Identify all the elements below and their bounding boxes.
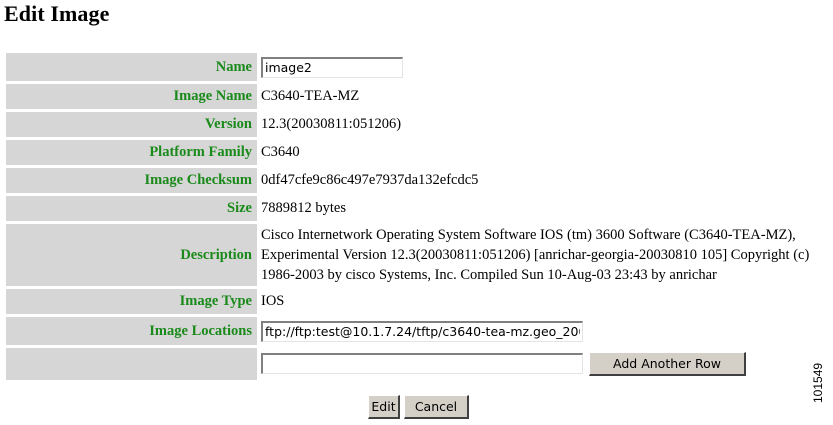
version-label: Version (6, 112, 257, 137)
size-label: Size (6, 196, 257, 221)
cancel-button[interactable]: Cancel (404, 395, 469, 419)
size-value: 7889812 bytes (261, 200, 346, 216)
platform-family-label: Platform Family (6, 140, 257, 165)
image-locations-label: Image Locations (6, 317, 257, 345)
edit-image-form: Name Image Name C3640-TEA-MZ Version 12.… (6, 50, 830, 383)
version-value: 12.3(20030811:051206) (261, 116, 402, 132)
add-location-row: Add Another Row (6, 348, 830, 380)
image-location-input[interactable] (261, 320, 583, 342)
size-row: Size 7889812 bytes (6, 196, 830, 221)
image-name-row: Image Name C3640-TEA-MZ (6, 84, 830, 109)
version-row: Version 12.3(20030811:051206) (6, 112, 830, 137)
platform-family-row: Platform Family C3640 (6, 140, 830, 165)
image-name-value: C3640-TEA-MZ (261, 88, 360, 104)
image-checksum-label: Image Checksum (6, 168, 257, 193)
name-label: Name (6, 53, 257, 81)
image-checksum-value: 0df47cfe9c86c497e7937da132efcdc5 (261, 172, 479, 188)
figure-id: 101549 (811, 362, 825, 403)
form-actions: Edit Cancel (368, 395, 469, 419)
page-title: Edit Image (4, 1, 110, 26)
image-type-value: IOS (261, 293, 285, 309)
image-type-row: Image Type IOS (6, 289, 830, 314)
description-label: Description (6, 224, 257, 286)
name-row: Name (6, 53, 830, 81)
image-locations-row: Image Locations (6, 317, 830, 345)
add-another-row-button[interactable]: Add Another Row (589, 352, 746, 376)
edit-button[interactable]: Edit (368, 395, 400, 419)
image-checksum-row: Image Checksum 0df47cfe9c86c497e7937da13… (6, 168, 830, 193)
name-input[interactable] (261, 56, 403, 78)
image-name-label: Image Name (6, 84, 257, 109)
image-type-label: Image Type (6, 289, 257, 314)
new-image-location-input[interactable] (261, 352, 583, 374)
add-location-label-cell (6, 348, 257, 380)
description-row: Description Cisco Internetwork Operating… (6, 224, 830, 286)
description-value: Cisco Internetwork Operating System Soft… (261, 227, 810, 283)
platform-family-value: C3640 (261, 144, 300, 160)
